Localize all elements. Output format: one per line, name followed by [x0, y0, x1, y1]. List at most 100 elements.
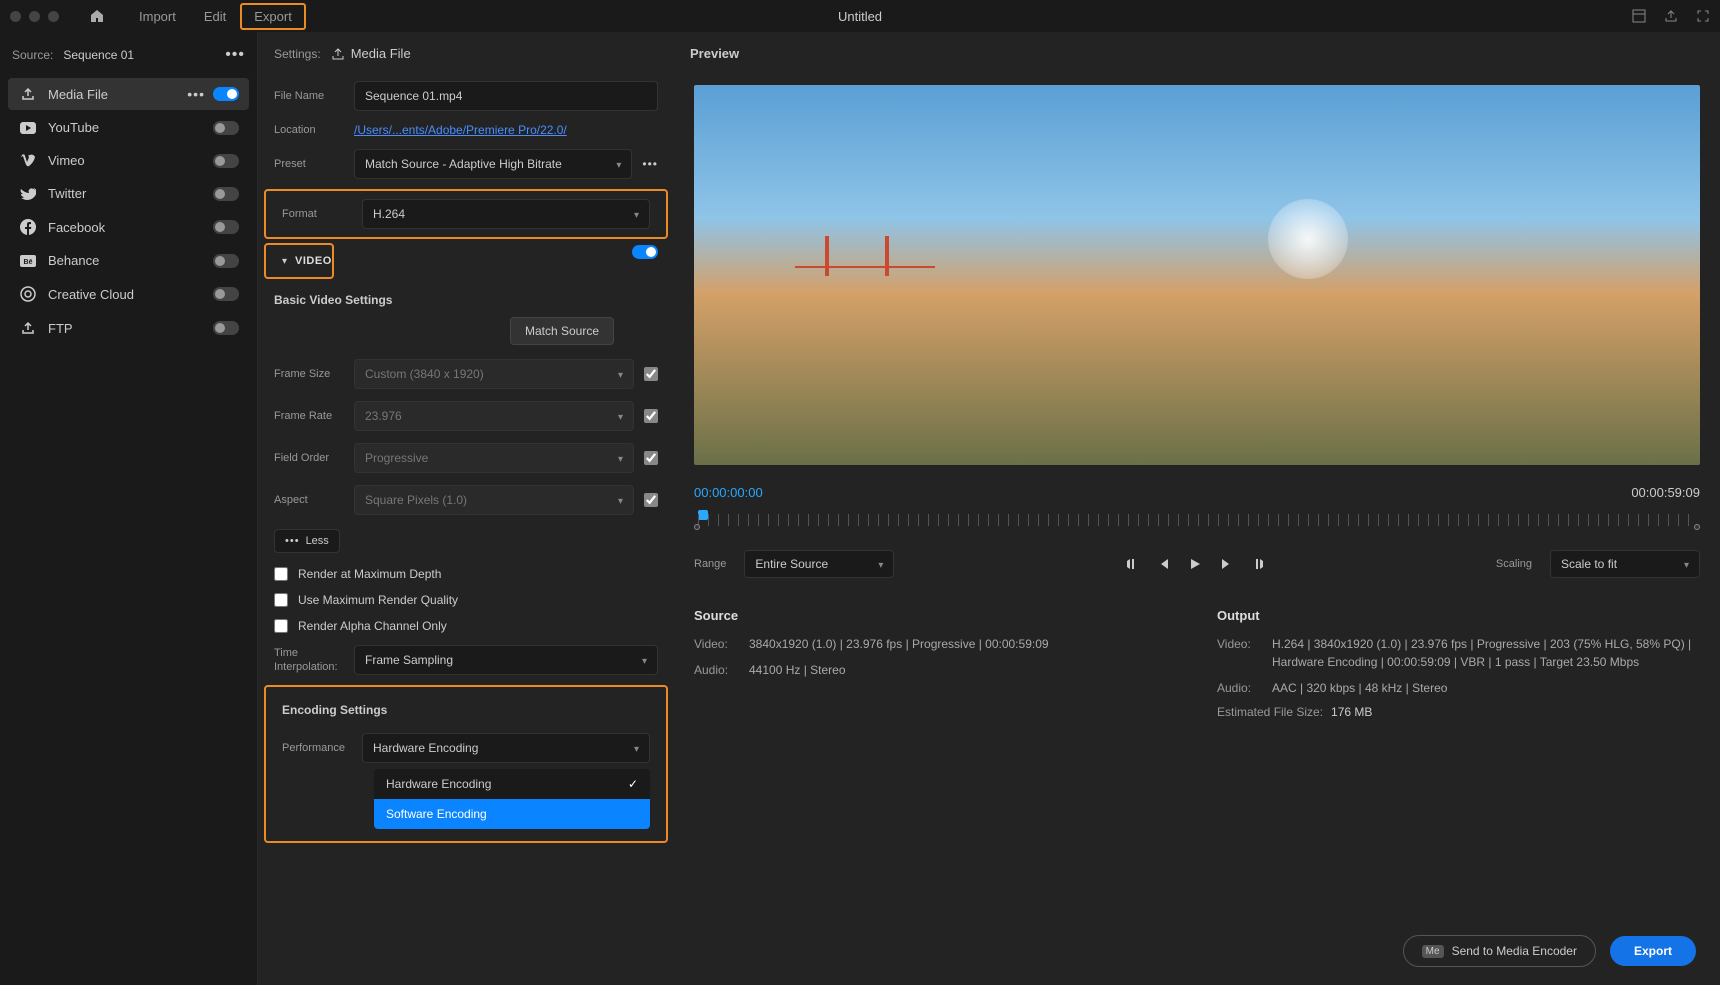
video-toggle[interactable]	[632, 245, 658, 259]
max-depth-checkbox[interactable]	[274, 567, 288, 581]
send-to-encoder-button[interactable]: MeSend to Media Encoder	[1403, 935, 1596, 967]
scaling-select[interactable]: Scale to fit	[1550, 550, 1700, 578]
out-video-info: H.264 | 3840x1920 (1.0) | 23.976 fps | P…	[1272, 635, 1700, 671]
destination-label: FTP	[48, 321, 213, 336]
destination-behance[interactable]: BēBehance	[8, 245, 249, 276]
preview-title: Preview	[674, 32, 1720, 75]
aspect-select[interactable]: Square Pixels (1.0)	[354, 485, 634, 515]
destination-options-icon[interactable]: •••	[187, 86, 205, 102]
aspect-lock-checkbox[interactable]	[644, 493, 658, 507]
fullscreen-icon[interactable]	[1696, 9, 1710, 24]
out-video-label: Video:	[1217, 635, 1272, 671]
share-icon[interactable]	[1664, 9, 1678, 24]
destination-label: Behance	[48, 253, 213, 268]
performance-select[interactable]: Hardware Encoding	[362, 733, 650, 763]
match-source-button[interactable]: Match Source	[510, 317, 614, 345]
ftp-icon	[18, 320, 38, 336]
window-controls[interactable]	[10, 11, 59, 22]
destination-toggle[interactable]	[213, 321, 239, 335]
destination-toggle[interactable]	[213, 87, 239, 101]
layout-icon[interactable]	[1632, 9, 1646, 24]
media-file-settings-icon	[331, 46, 345, 61]
preset-label: Preset	[274, 158, 354, 170]
performance-option-hardware[interactable]: Hardware Encoding✓	[374, 769, 650, 799]
destination-vimeo[interactable]: Vimeo	[8, 145, 249, 176]
frame-rate-label: Frame Rate	[274, 410, 354, 422]
est-size-label: Estimated File Size:	[1217, 705, 1323, 719]
source-menu-icon[interactable]: •••	[225, 46, 245, 64]
location-label: Location	[274, 124, 354, 136]
frame-rate-select[interactable]: 23.976	[354, 401, 634, 431]
zoom-dot[interactable]	[48, 11, 59, 22]
scaling-label: Scaling	[1496, 558, 1532, 570]
source-name[interactable]: Sequence 01	[63, 48, 134, 62]
time-interpolation-select[interactable]: Frame Sampling	[354, 645, 658, 675]
max-quality-checkbox[interactable]	[274, 593, 288, 607]
destination-toggle[interactable]	[213, 187, 239, 201]
vimeo-icon	[18, 153, 38, 168]
destination-toggle[interactable]	[213, 254, 239, 268]
format-select[interactable]: H.264	[362, 199, 650, 229]
close-dot[interactable]	[10, 11, 21, 22]
destination-facebook[interactable]: Facebook	[8, 211, 249, 243]
file-name-input[interactable]	[354, 81, 658, 111]
destination-label: Vimeo	[48, 153, 213, 168]
file-name-label: File Name	[274, 90, 354, 102]
mark-out-icon[interactable]	[1252, 557, 1264, 572]
max-depth-label: Render at Maximum Depth	[298, 567, 441, 581]
frame-rate-lock-checkbox[interactable]	[644, 409, 658, 423]
field-order-select[interactable]: Progressive	[354, 443, 634, 473]
step-back-icon[interactable]	[1156, 557, 1170, 572]
tab-import[interactable]: Import	[125, 3, 190, 30]
play-icon[interactable]	[1188, 557, 1202, 572]
destination-toggle[interactable]	[213, 220, 239, 234]
timecode-current[interactable]: 00:00:00:00	[694, 485, 763, 500]
settings-label: Settings:	[274, 47, 321, 61]
location-link[interactable]: /Users/...ents/Adobe/Premiere Pro/22.0/	[354, 123, 567, 137]
tab-export[interactable]: Export	[240, 3, 306, 30]
source-label: Source:	[12, 48, 53, 62]
alpha-only-checkbox[interactable]	[274, 619, 288, 633]
export-button[interactable]: Export	[1610, 936, 1696, 966]
src-audio-label: Audio:	[694, 661, 749, 679]
mark-in-icon[interactable]	[1126, 557, 1138, 572]
step-forward-icon[interactable]	[1220, 557, 1234, 572]
minimize-dot[interactable]	[29, 11, 40, 22]
timeline-scrubber[interactable]	[694, 510, 1700, 530]
settings-target: Media File	[351, 46, 411, 61]
frame-size-lock-checkbox[interactable]	[644, 367, 658, 381]
in-point-handle[interactable]	[694, 524, 700, 530]
less-button[interactable]: •••Less	[274, 529, 340, 553]
twitter-icon	[18, 186, 38, 201]
destination-toggle[interactable]	[213, 121, 239, 135]
destination-toggle[interactable]	[213, 287, 239, 301]
time-interpolation-label: Time Interpolation:	[274, 646, 354, 675]
aspect-label: Aspect	[274, 494, 354, 506]
field-order-lock-checkbox[interactable]	[644, 451, 658, 465]
tab-edit[interactable]: Edit	[190, 3, 240, 30]
performance-dropdown[interactable]: Hardware Encoding✓ Software Encoding	[374, 769, 650, 829]
output-summary-title: Output	[1217, 608, 1700, 623]
video-section-header[interactable]: ▾ VIDEO	[266, 245, 332, 277]
out-point-handle[interactable]	[1694, 524, 1700, 530]
performance-option-software[interactable]: Software Encoding	[374, 799, 650, 829]
destination-twitter[interactable]: Twitter	[8, 178, 249, 209]
destination-creative-cloud[interactable]: Creative Cloud	[8, 278, 249, 310]
destination-label: Twitter	[48, 186, 213, 201]
est-size-value: 176 MB	[1331, 705, 1372, 719]
destination-label: Facebook	[48, 220, 213, 235]
preview-video-frame[interactable]	[694, 85, 1700, 465]
destination-label: Creative Cloud	[48, 287, 213, 302]
home-icon[interactable]	[89, 8, 105, 24]
src-audio-info: 44100 Hz | Stereo	[749, 661, 1177, 679]
frame-size-select[interactable]: Custom (3840 x 1920)	[354, 359, 634, 389]
timecode-end: 00:00:59:09	[1631, 485, 1700, 500]
preset-select[interactable]: Match Source - Adaptive High Bitrate	[354, 149, 632, 179]
destination-ftp[interactable]: FTP	[8, 312, 249, 344]
preset-options-icon[interactable]: •••	[642, 157, 658, 171]
destination-youtube[interactable]: YouTube	[8, 112, 249, 143]
destination-media-file[interactable]: Media File•••	[8, 78, 249, 110]
destination-toggle[interactable]	[213, 154, 239, 168]
document-title: Untitled	[838, 9, 882, 24]
range-select[interactable]: Entire Source	[744, 550, 894, 578]
